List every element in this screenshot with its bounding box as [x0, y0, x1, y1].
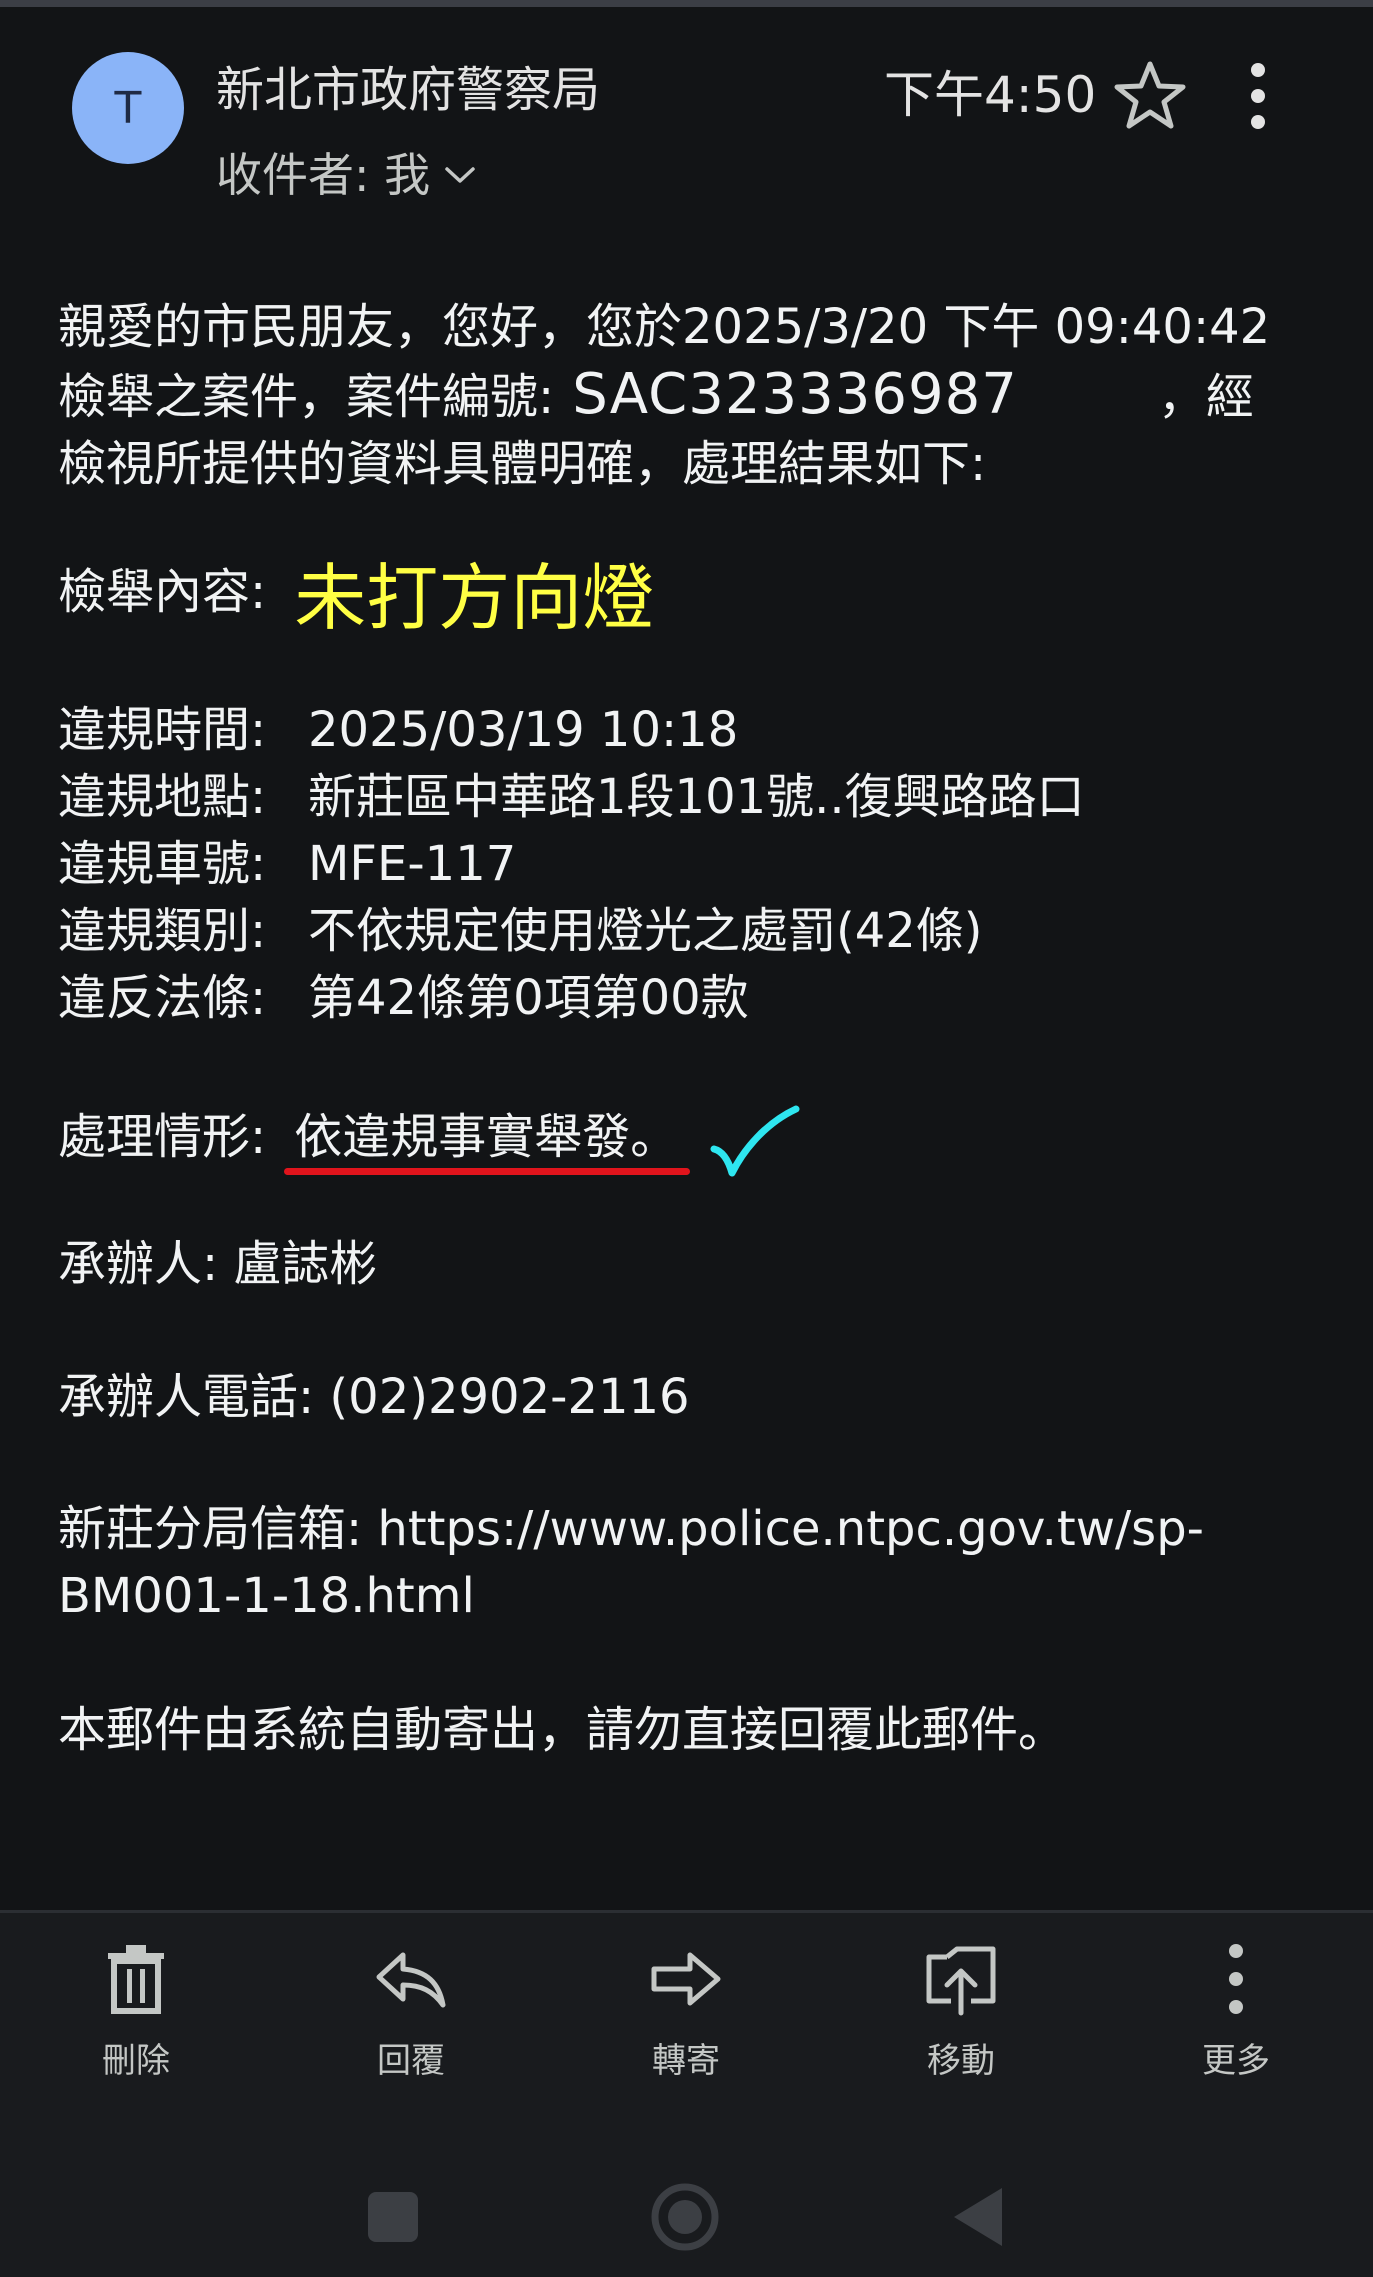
detail-row: 違規類別: 不依規定使用燈光之處罰(42條) — [58, 898, 1318, 965]
received-time: 下午4:50 — [884, 66, 1097, 124]
report-content-row: 檢舉內容: 未打方向燈 — [58, 556, 1318, 634]
reply-label: 回覆 — [377, 2041, 445, 2081]
auto-email-note: 本郵件由系統自動寄出，請勿直接回覆此郵件。 — [58, 1702, 1067, 1758]
detail-row: 違規時間: 2025/03/19 10:18 — [58, 697, 1318, 764]
intro-paragraph: 親愛的市民朋友，您好，您於2025/3/20 下午 09:40:42 檢舉之案件… — [58, 294, 1318, 498]
forward-icon — [651, 1952, 721, 2006]
reply-button[interactable]: 回覆 — [321, 1941, 501, 2082]
detail-row: 違規地點: 新莊區中華路1段101號..復興路路口 — [58, 764, 1318, 831]
handling-value: 依違規事實舉發。 — [294, 1108, 679, 1165]
intro-line-1: 親愛的市民朋友，您好，您於2025/3/20 下午 09:40:42 — [58, 299, 1271, 355]
reply-icon — [376, 1952, 446, 2008]
report-content-label: 檢舉內容: — [58, 563, 267, 620]
case-number: SAC323336987 — [572, 362, 1018, 427]
move-label: 移動 — [927, 2041, 995, 2081]
chevron-down-icon — [445, 167, 475, 183]
action-bar: 刪除 回覆 轉寄 移動 更多 — [0, 1913, 1373, 2100]
mailbox-line-1[interactable]: 新莊分局信箱: https://www.police.ntpc.gov.tw/s… — [58, 1496, 1318, 1563]
handling-row: 處理情形: 依違規事實舉發。 — [58, 1097, 1318, 1177]
recipient-label: 收件者: 我 — [216, 148, 431, 202]
detail-label: 違規地點: — [58, 769, 267, 825]
handling-value-wrap: 依違規事實舉發。 — [284, 1104, 691, 1175]
detail-label: 違反法條: — [58, 970, 267, 1026]
more-vert-icon[interactable] — [1232, 60, 1284, 132]
forward-button[interactable]: 轉寄 — [596, 1941, 776, 2082]
home-icon[interactable] — [650, 2182, 720, 2252]
avatar-letter: T — [114, 82, 142, 134]
more-vert-icon — [1229, 1944, 1243, 2014]
sender-avatar[interactable]: T — [72, 52, 184, 164]
detail-row: 違反法條: 第42條第0項第00款 — [58, 965, 1318, 1032]
handling-label: 處理情形: — [58, 1108, 267, 1165]
intro-line-2-prefix: 檢舉之案件，案件編號: — [58, 369, 555, 425]
mailbox-line-2[interactable]: BM001-1-18.html — [58, 1563, 1318, 1630]
handler: 承辦人: 盧誌彬 — [58, 1236, 378, 1292]
red-underline — [284, 1167, 691, 1175]
detail-value: 新莊區中華路1段101號..復興路路口 — [308, 769, 1085, 825]
delete-label: 刪除 — [102, 2041, 170, 2081]
detail-row: 違規車號: MFE-117 — [58, 831, 1318, 898]
detail-value: 2025/03/19 10:18 — [308, 702, 739, 758]
delete-button[interactable]: 刪除 — [46, 1941, 226, 2082]
more-button[interactable]: 更多 — [1146, 1941, 1326, 2082]
system-nav-bar — [0, 2100, 1373, 2277]
sender-name[interactable]: 新北市政府警察局 — [216, 66, 600, 114]
recipient-toggle[interactable]: 收件者: 我 — [216, 152, 476, 198]
more-label: 更多 — [1202, 2041, 1270, 2081]
detail-value: MFE-117 — [308, 836, 517, 892]
move-button[interactable]: 移動 — [871, 1941, 1051, 2082]
back-icon[interactable] — [950, 2184, 1006, 2250]
intro-line-2: 檢舉之案件，案件編號: SAC323336987 ，經 — [58, 361, 1318, 431]
detail-value: 不依規定使用燈光之處罰(42條) — [308, 903, 983, 959]
intro-line-2-suffix: ，經 — [1157, 369, 1254, 425]
detail-label: 違規類別: — [58, 903, 267, 959]
move-to-icon — [926, 1946, 996, 2016]
detail-label: 違規時間: — [58, 702, 267, 758]
trash-icon — [108, 1945, 164, 2014]
check-icon — [710, 1105, 800, 1177]
intro-line-3: 檢視所提供的資料具體明確，處理結果如下: — [58, 436, 987, 492]
report-content-value: 未打方向燈 — [294, 556, 655, 640]
recents-icon[interactable] — [368, 2192, 418, 2242]
forward-label: 轉寄 — [652, 2041, 720, 2081]
detail-label: 違規車號: — [58, 836, 267, 892]
star-icon[interactable] — [1112, 58, 1188, 134]
violation-details: 違規時間: 2025/03/19 10:18 違規地點: 新莊區中華路1段101號..… — [58, 697, 1318, 1032]
top-divider — [0, 0, 1373, 7]
branch-mailbox[interactable]: 新莊分局信箱: https://www.police.ntpc.gov.tw/s… — [58, 1496, 1318, 1630]
handler-phone[interactable]: 承辦人電話: (02)2902-2116 — [58, 1364, 1318, 1431]
detail-value: 第42條第0項第00款 — [308, 970, 749, 1026]
